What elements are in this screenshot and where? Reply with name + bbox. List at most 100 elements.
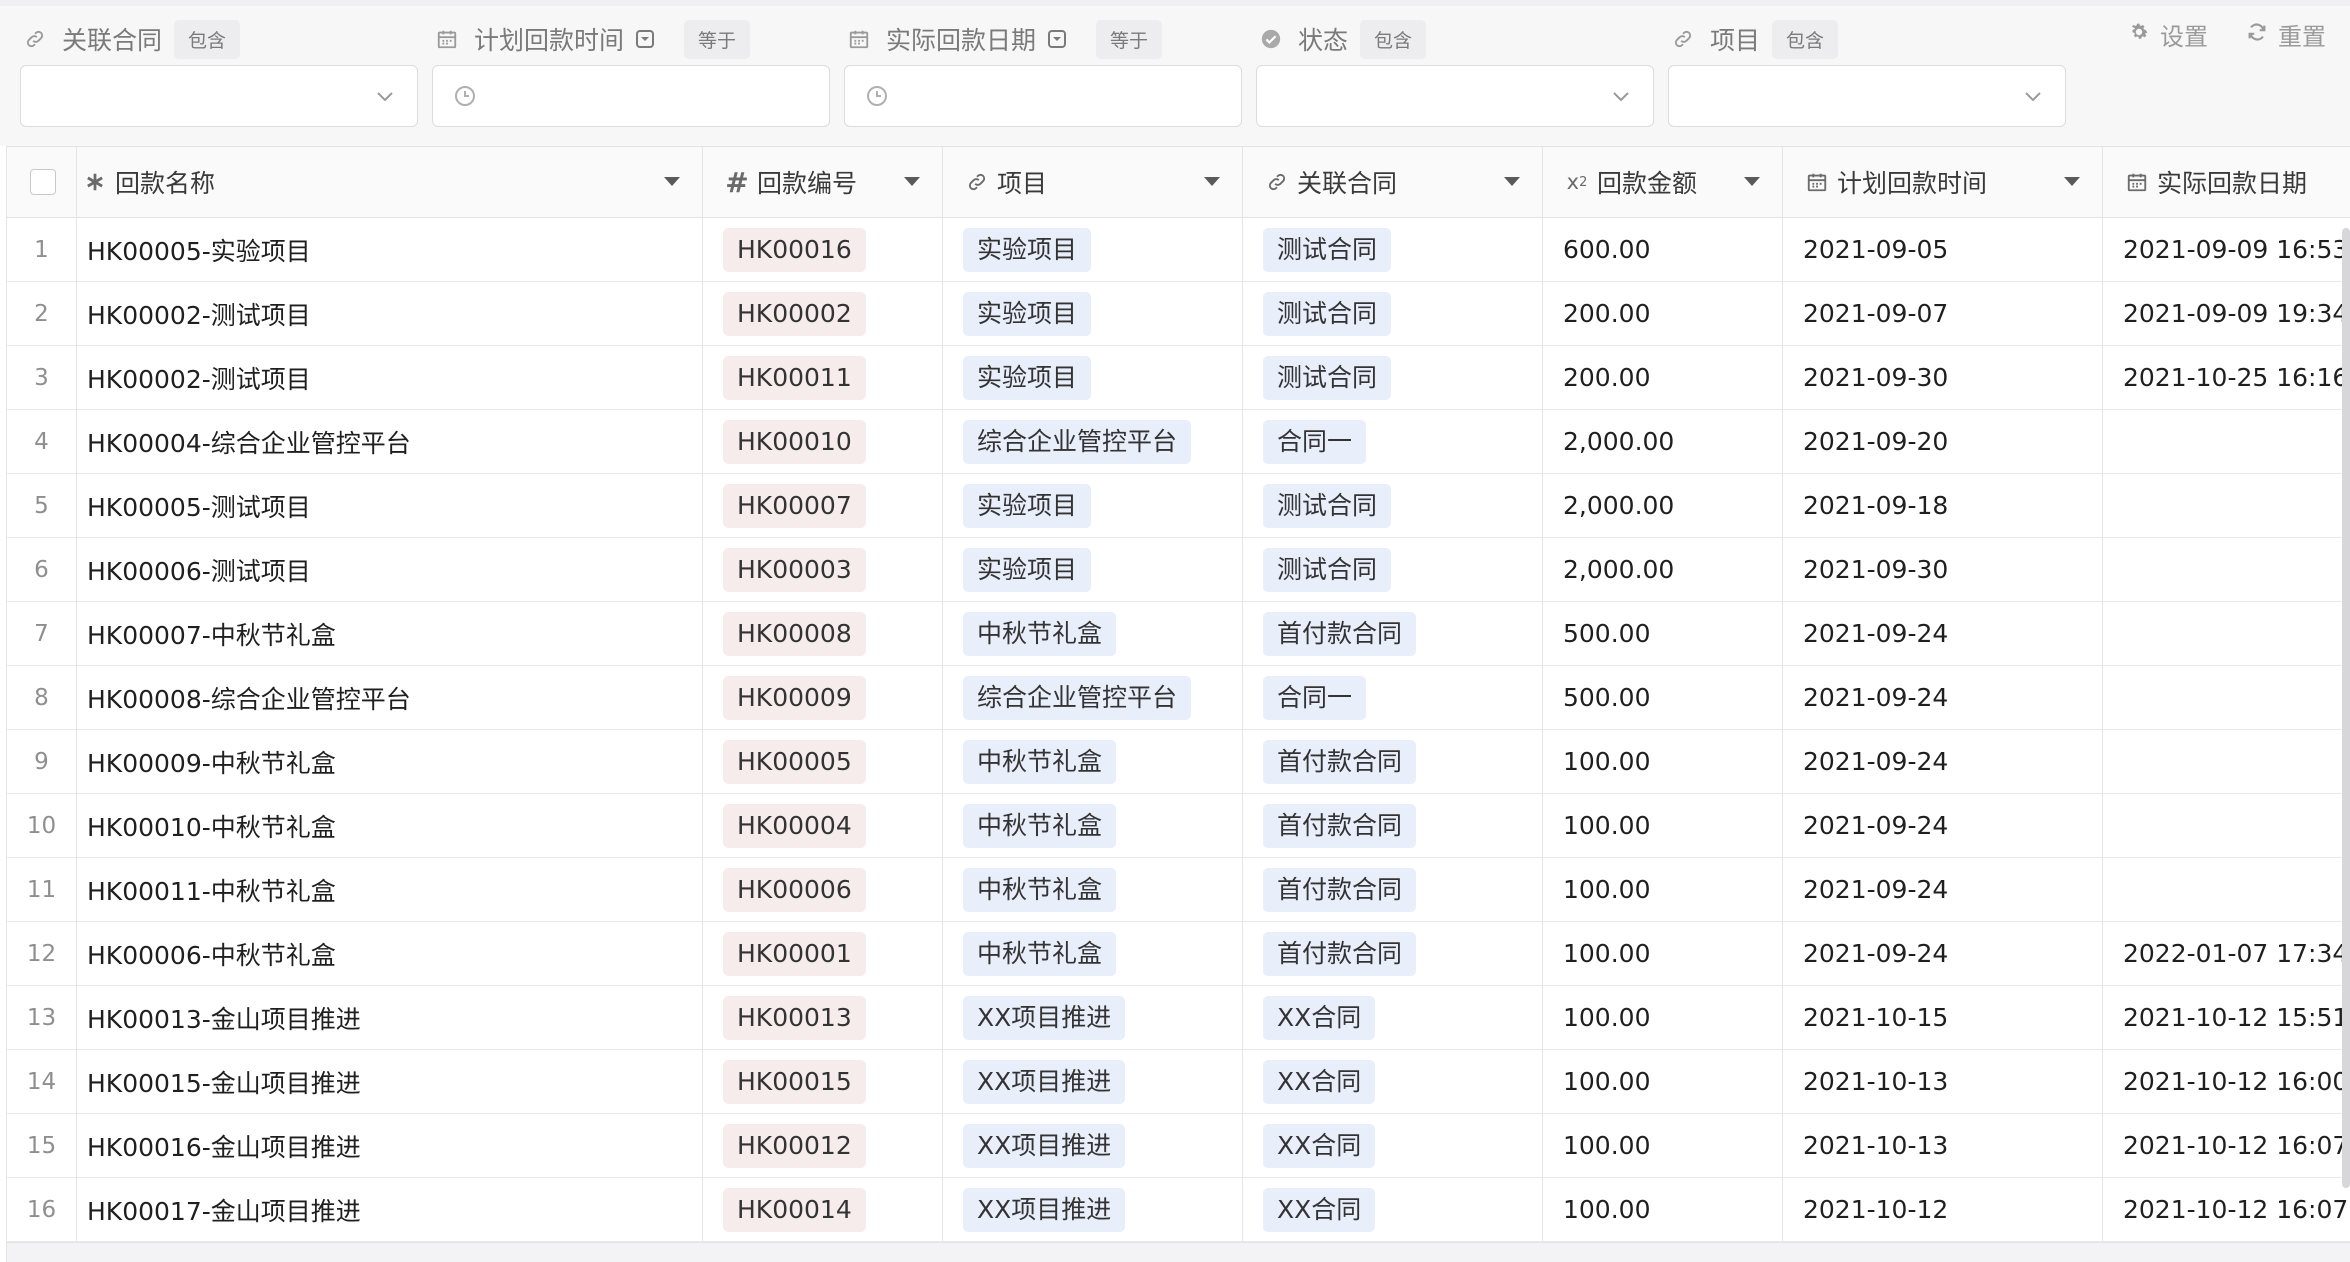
caret-down-icon[interactable] [664,177,680,186]
cell-contract[interactable]: 首付款合同 [1243,794,1543,857]
table-row[interactable]: 14 HK00015-金山项目推进 HK00015 XX项目推进 XX合同 100.00 2… [7,1050,2350,1114]
cell-name[interactable]: HK00006-中秋节礼盒 [77,922,703,985]
cell-code[interactable]: HK00008 [703,602,943,665]
cell-code[interactable]: HK00010 [703,410,943,473]
caret-down-icon[interactable] [904,177,920,186]
cell-amount[interactable]: 2,000.00 [1543,538,1783,601]
cell-actual-date[interactable]: 2021-09-09 19:34 [2103,282,2350,345]
cell-code[interactable]: HK00004 [703,794,943,857]
cell-actual-date[interactable] [2103,794,2350,857]
cell-project[interactable]: XX项目推进 [943,986,1243,1049]
cell-actual-date[interactable] [2103,858,2350,921]
project-tag[interactable]: 中秋节礼盒 [963,867,1117,912]
contract-tag[interactable]: 合同一 [1263,675,1367,720]
cell-name[interactable]: HK00008-综合企业管控平台 [77,666,703,729]
cell-code[interactable]: HK00003 [703,538,943,601]
cell-contract[interactable]: XX合同 [1243,986,1543,1049]
cell-code[interactable]: HK00016 [703,218,943,281]
cell-project[interactable]: 中秋节礼盒 [943,602,1243,665]
project-tag[interactable]: 实验项目 [963,547,1092,592]
filter-select-related-contract[interactable] [20,65,418,127]
table-row[interactable]: 11 HK00011-中秋节礼盒 HK00006 中秋节礼盒 首付款合同 100.00 20… [7,858,2350,922]
cell-contract[interactable]: 首付款合同 [1243,858,1543,921]
cell-plan-date[interactable]: 2021-10-15 [1783,986,2103,1049]
cell-contract[interactable]: 首付款合同 [1243,922,1543,985]
cell-name[interactable]: HK00017-金山项目推进 [77,1178,703,1241]
caret-down-icon[interactable] [1204,177,1220,186]
cell-plan-date[interactable]: 2021-09-24 [1783,730,2103,793]
cell-plan-date[interactable]: 2021-09-24 [1783,666,2103,729]
cell-project[interactable]: 实验项目 [943,346,1243,409]
filter-operator[interactable]: 包含 [1360,19,1427,59]
cell-amount[interactable]: 2,000.00 [1543,410,1783,473]
cell-amount[interactable]: 100.00 [1543,922,1783,985]
cell-project[interactable]: 实验项目 [943,474,1243,537]
cell-plan-date[interactable]: 2021-09-24 [1783,858,2103,921]
cell-contract[interactable]: XX合同 [1243,1178,1543,1241]
cell-project[interactable]: 中秋节礼盒 [943,922,1243,985]
dropdown-toggle-icon[interactable] [634,28,656,50]
cell-amount[interactable]: 100.00 [1543,730,1783,793]
cell-actual-date[interactable]: 2021-10-12 15:51 [2103,986,2350,1049]
cell-amount[interactable]: 100.00 [1543,1178,1783,1241]
cell-amount[interactable]: 500.00 [1543,666,1783,729]
contract-tag[interactable]: 测试合同 [1263,355,1392,400]
cell-contract[interactable]: 首付款合同 [1243,602,1543,665]
cell-plan-date[interactable]: 2021-09-24 [1783,922,2103,985]
cell-actual-date[interactable] [2103,666,2350,729]
project-tag[interactable]: XX项目推进 [963,1123,1126,1168]
cell-amount[interactable]: 100.00 [1543,1050,1783,1113]
vertical-scrollbar[interactable] [2342,228,2350,1188]
caret-down-icon[interactable] [1744,177,1760,186]
cell-code[interactable]: HK00006 [703,858,943,921]
contract-tag[interactable]: 测试合同 [1263,547,1392,592]
cell-code[interactable]: HK00005 [703,730,943,793]
cell-plan-date[interactable]: 2021-09-24 [1783,602,2103,665]
table-row[interactable]: 9 HK00009-中秋节礼盒 HK00005 中秋节礼盒 首付款合同 100.00 202… [7,730,2350,794]
project-tag[interactable]: 中秋节礼盒 [963,803,1117,848]
reset-button[interactable]: 重置 [2246,17,2326,52]
cell-actual-date[interactable]: 2021-10-12 16:07 [2103,1178,2350,1241]
cell-actual-date[interactable]: 2021-09-09 16:53 [2103,218,2350,281]
contract-tag[interactable]: 首付款合同 [1263,611,1417,656]
cell-plan-date[interactable]: 2021-09-30 [1783,346,2103,409]
project-tag[interactable]: 综合企业管控平台 [963,419,1192,464]
column-header-code[interactable]: # 回款编号 [703,147,943,217]
cell-name[interactable]: HK00002-测试项目 [77,282,703,345]
cell-code[interactable]: HK00007 [703,474,943,537]
column-header-plan-date[interactable]: 计划回款时间 [1783,147,2103,217]
project-tag[interactable]: 中秋节礼盒 [963,931,1117,976]
cell-contract[interactable]: 测试合同 [1243,474,1543,537]
contract-tag[interactable]: 合同一 [1263,419,1367,464]
cell-amount[interactable]: 600.00 [1543,218,1783,281]
dropdown-toggle-icon[interactable] [1046,28,1068,50]
cell-contract[interactable]: 测试合同 [1243,346,1543,409]
cell-code[interactable]: HK00015 [703,1050,943,1113]
cell-name[interactable]: HK00005-实验项目 [77,218,703,281]
filter-operator[interactable]: 等于 [1096,19,1163,59]
cell-contract[interactable]: 测试合同 [1243,282,1543,345]
filter-operator[interactable]: 包含 [1772,19,1839,59]
cell-name[interactable]: HK00002-测试项目 [77,346,703,409]
table-row[interactable]: 7 HK00007-中秋节礼盒 HK00008 中秋节礼盒 首付款合同 500.00 202… [7,602,2350,666]
cell-amount[interactable]: 200.00 [1543,282,1783,345]
cell-plan-date[interactable]: 2021-10-13 [1783,1114,2103,1177]
cell-amount[interactable]: 100.00 [1543,986,1783,1049]
project-tag[interactable]: 实验项目 [963,227,1092,272]
cell-project[interactable]: XX项目推进 [943,1114,1243,1177]
cell-code[interactable]: HK00011 [703,346,943,409]
cell-name[interactable]: HK00011-中秋节礼盒 [77,858,703,921]
caret-down-icon[interactable] [1504,177,1520,186]
column-header-name[interactable]: 回款名称 [77,147,703,217]
cell-project[interactable]: XX项目推进 [943,1050,1243,1113]
cell-actual-date[interactable] [2103,474,2350,537]
contract-tag[interactable]: 首付款合同 [1263,803,1417,848]
contract-tag[interactable]: 测试合同 [1263,227,1392,272]
cell-amount[interactable]: 2,000.00 [1543,474,1783,537]
contract-tag[interactable]: 首付款合同 [1263,739,1417,784]
cell-plan-date[interactable]: 2021-09-20 [1783,410,2103,473]
table-row[interactable]: 8 HK00008-综合企业管控平台 HK00009 综合企业管控平台 合同一 500.0… [7,666,2350,730]
cell-project[interactable]: 实验项目 [943,282,1243,345]
cell-project[interactable]: 实验项目 [943,218,1243,281]
cell-contract[interactable]: 合同一 [1243,410,1543,473]
